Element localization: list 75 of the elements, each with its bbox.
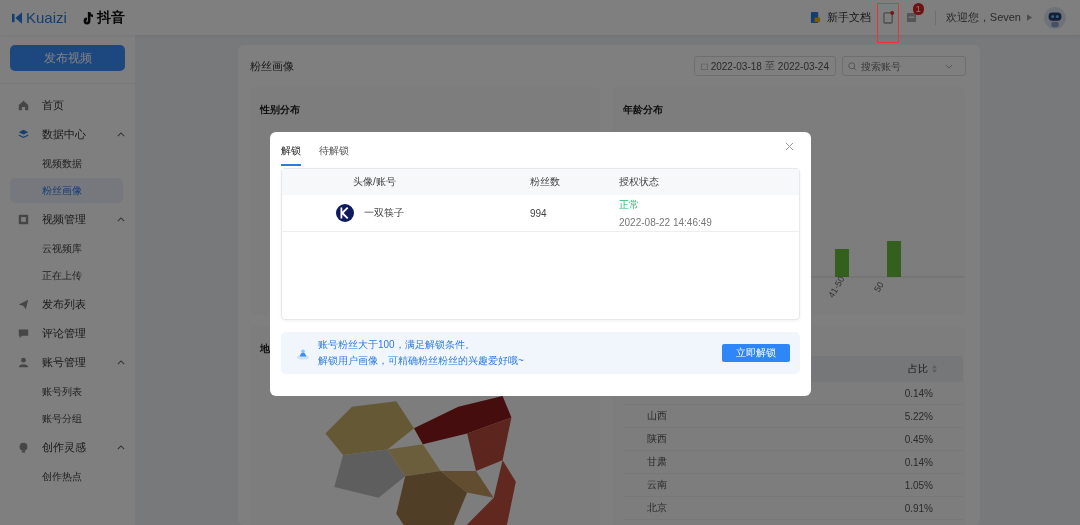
- submenu-item[interactable]: 创作热点: [10, 464, 123, 489]
- account-avatar-icon: [336, 204, 354, 222]
- calendar-icon: [700, 62, 708, 70]
- brand-name: Kuaizi: [26, 9, 67, 26]
- dialog-tab[interactable]: 解锁: [281, 134, 301, 166]
- user-icon: [18, 357, 29, 368]
- chevron-icon[interactable]: [945, 63, 953, 69]
- caret-icon[interactable]: [1027, 14, 1032, 21]
- home-icon: [18, 100, 29, 111]
- guide-link[interactable]: 新手文档: [826, 10, 871, 25]
- page-title: 粉丝画像: [250, 58, 294, 74]
- card-title: 地: [260, 343, 270, 354]
- submenu-item[interactable]: 粉丝画像: [10, 178, 123, 203]
- date-range-field[interactable]: 2022-03-18 至 2022-03-24: [693, 56, 836, 76]
- table-cell: 5.22%: [904, 410, 933, 422]
- highlight-frame: [876, 3, 899, 43]
- table-cell: 994: [530, 207, 547, 219]
- comment-icon: [18, 328, 29, 339]
- submenu-item[interactable]: 云视频库: [10, 236, 123, 261]
- status-time: 2022-08-22 14:46:49: [619, 217, 712, 228]
- menu-item[interactable]: 视频管理: [0, 205, 135, 234]
- account-name: 一双筷子: [364, 206, 404, 220]
- chevron-icon[interactable]: [117, 360, 125, 365]
- notice-text: 解锁用户画像，可精确粉丝粉丝的兴趣爱好哦~: [318, 354, 525, 368]
- submenu-item[interactable]: 视频数据: [10, 151, 123, 176]
- submenu-item[interactable]: 账号列表: [10, 379, 123, 404]
- menu-item[interactable]: 首页: [0, 91, 135, 120]
- table-cell: 0.14%: [904, 456, 933, 468]
- video-icon: [18, 214, 29, 225]
- table-cell-text: 云南: [647, 478, 668, 492]
- close-icon[interactable]: [785, 142, 794, 151]
- table-cell-text: 陕西: [647, 432, 668, 446]
- table-cell: 0.45%: [904, 433, 933, 445]
- greeting-text: 欢迎您，Seven: [945, 10, 1021, 25]
- card-title: 性别分布: [260, 104, 300, 115]
- bulb-icon: [18, 442, 29, 453]
- menu-item[interactable]: 评论管理: [0, 319, 135, 348]
- table-cell-text: 北京: [647, 501, 668, 515]
- kuaizi-logo-icon: [12, 11, 22, 24]
- column-header: 授权状态: [619, 175, 659, 189]
- unlock-now-button[interactable]: 立即解锁: [722, 344, 790, 362]
- column-header: 粉丝数: [530, 175, 560, 189]
- menu-item[interactable]: 数据中心: [0, 120, 135, 149]
- publish-video-button[interactable]: 发布视频: [10, 45, 125, 71]
- notice-icon[interactable]: [882, 11, 894, 24]
- table-cell: 0.14%: [904, 387, 933, 399]
- status-text: 正常: [619, 198, 640, 212]
- menu-item[interactable]: 发布列表: [0, 290, 135, 319]
- table-cell-text: 山西: [647, 409, 668, 423]
- menu-item[interactable]: 创作灵感: [0, 433, 135, 462]
- table-cell: 1.05%: [904, 479, 933, 491]
- card-title: 年龄分布: [623, 104, 663, 115]
- dialog-tab[interactable]: 待解锁: [319, 134, 349, 166]
- layers-icon: [18, 129, 29, 140]
- message-icon[interactable]: [905, 11, 917, 24]
- chevron-icon[interactable]: [117, 217, 125, 222]
- submenu-item[interactable]: 账号分组: [10, 406, 123, 431]
- chevron-icon[interactable]: [117, 445, 125, 450]
- column-header[interactable]: 占比: [908, 362, 928, 376]
- account-search-field[interactable]: 搜索账号: [842, 56, 966, 76]
- table-cell-text: 甘肃: [647, 455, 668, 469]
- document-icon: [809, 11, 821, 24]
- submenu-item[interactable]: 正在上传: [10, 263, 123, 288]
- menu-item[interactable]: 账号管理: [0, 348, 135, 377]
- search-icon: [848, 61, 857, 71]
- notice-text: 账号粉丝大于100，满足解锁条件。: [318, 338, 476, 352]
- column-header: 头像/账号: [353, 175, 396, 189]
- search-input[interactable]: 搜索账号: [857, 60, 945, 72]
- avatar-icon[interactable]: [1044, 6, 1066, 29]
- send-icon: [18, 299, 29, 310]
- platform-name: 抖音: [96, 8, 125, 27]
- table-cell: 0.91%: [904, 502, 933, 514]
- chevron-icon[interactable]: [117, 132, 125, 137]
- notification-badge: 1: [912, 3, 924, 15]
- axis-label: 50: [872, 280, 886, 294]
